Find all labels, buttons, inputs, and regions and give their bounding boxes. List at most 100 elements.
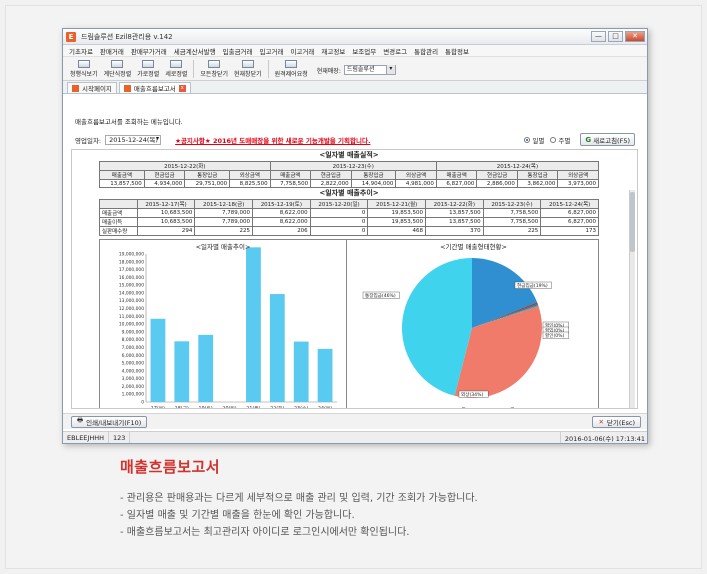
refresh-icon: G: [585, 135, 592, 144]
menu-item[interactable]: 입출금거래: [223, 46, 253, 56]
print-label: 인쇄/내보내기(F10): [86, 418, 142, 427]
table-cell: 7,758,500: [269, 179, 312, 188]
toolbar-button-close-current[interactable]: 현재창닫기: [231, 60, 265, 78]
toolbar-button-vertical-sort[interactable]: 세로정렬: [162, 60, 190, 78]
menu-item[interactable]: 변경로그: [383, 46, 407, 56]
x-tick-label: 17(목): [151, 406, 165, 409]
app-icon: E: [66, 31, 76, 42]
toolbar-divider: [193, 60, 195, 78]
menu-item[interactable]: 재고정보: [321, 46, 345, 56]
status-datetime: 2016-01-06(수) 17:13:41: [559, 432, 647, 443]
toolbar-label: 현재창닫기: [234, 71, 262, 78]
y-tick-label: 2,000,000: [122, 384, 145, 390]
menu-item[interactable]: 판매거래: [100, 46, 124, 56]
menu-item[interactable]: 판매부가거래: [131, 46, 167, 56]
table-cell: 0: [309, 226, 369, 236]
store-dropdown[interactable]: 드림솔루션: [343, 65, 396, 75]
menu-item[interactable]: 통합정보: [445, 46, 469, 56]
y-tick-label: 4,000,000: [122, 368, 145, 374]
caption-title: 매출흐름보고서: [120, 458, 221, 476]
table-cell: 370: [425, 226, 484, 236]
date-header: 2015-12-21(월): [367, 199, 426, 209]
info-text: 매출흐름보고서를 조회하는 메뉴입니다.: [75, 118, 183, 126]
menu-item[interactable]: 세금계산서발행: [174, 46, 216, 56]
toolbar-button-close-all[interactable]: 모든창닫기: [197, 60, 231, 78]
menu-item[interactable]: 보조업무: [352, 46, 376, 56]
date-header: 2015-12-23(수): [269, 161, 437, 171]
table-cell: 19,853,500: [367, 217, 426, 227]
bar: [269, 294, 285, 402]
toolbar-button-stair-sort[interactable]: 계단식정렬: [101, 60, 135, 78]
radio-weekly[interactable]: 주별: [550, 135, 570, 145]
window-icon: [208, 60, 221, 68]
pie-subtitle: 2015-12-17(목) ~ 2015-12-24(목): [427, 407, 517, 409]
menu-item[interactable]: 기초자료: [69, 46, 93, 56]
date-header: 2015-12-23(수): [482, 199, 542, 209]
table-cell: 19,853,500: [367, 208, 426, 218]
y-tick-label: 8,000,000: [122, 337, 145, 343]
corner-header: [99, 199, 138, 209]
close-button[interactable]: ✕ 닫기(Esc): [592, 415, 641, 428]
table-cell: 3,973,000: [557, 179, 599, 188]
toolbar: 청행식보기 계단식정렬 가로정렬 세로정렬 모든창닫기 현재창닫기 원격제어요청…: [63, 57, 647, 81]
toolbar-button-cascade-view[interactable]: 청행식보기: [67, 60, 101, 78]
table-cell: 8,825,500: [229, 179, 271, 188]
print-export-button[interactable]: 🖶 인쇄/내보내기(F10): [71, 415, 148, 428]
business-date-picker[interactable]: 2015-12-24(목): [105, 134, 162, 145]
column-header: 외상금액: [557, 170, 599, 180]
monitor-icon: [285, 60, 298, 68]
period-radio-group: 일별 주별: [524, 135, 570, 145]
y-tick-label: 19,000,000: [119, 252, 144, 258]
menu-item[interactable]: 통합관리: [414, 46, 438, 56]
radio-label: 일별: [532, 136, 545, 145]
tab-sales-flow-report[interactable]: 매출흐름보고서 x: [118, 82, 191, 93]
table-cell: 2,886,000: [476, 179, 518, 188]
column-header: 매출금액: [435, 170, 478, 180]
radio-daily[interactable]: 일별: [524, 135, 544, 145]
window-icon: [77, 60, 90, 68]
toolbar-button-remote-control[interactable]: 원격제어요청: [272, 60, 311, 78]
date-header: 2015-12-19(토): [252, 199, 311, 209]
status-user: EBLEEJHHH: [63, 432, 109, 443]
table-cell: 206: [252, 226, 311, 236]
window-icon: [142, 60, 155, 68]
refresh-button[interactable]: G 새로고침(F5): [580, 133, 635, 146]
table-cell: 13,857,500: [99, 179, 145, 188]
toolbar-button-horizontal-sort[interactable]: 가로정렬: [134, 60, 162, 78]
table-cell: 10,683,500: [136, 217, 196, 227]
table-cell: 468: [367, 226, 426, 236]
slice-label: 할인(0%): [545, 332, 565, 339]
table-row: 매출이득 10,683,500 7,789,000 8,622,000 0 19,853,…: [99, 217, 599, 227]
table-cell: 294: [136, 226, 196, 236]
notice-link[interactable]: ★공지사항★ 2016년 도매매장을 위한 새로운 기능개발을 기획합니다.: [175, 135, 370, 145]
tab-start-page[interactable]: 시작페이지: [67, 82, 117, 93]
row-label: 매출금액: [99, 208, 138, 218]
close-tab-icon[interactable]: x: [178, 84, 186, 92]
x-tick-label: 24(목): [318, 406, 332, 409]
page-icon: [72, 84, 79, 92]
bar: [317, 348, 333, 402]
y-tick-label: 17,000,000: [119, 267, 144, 273]
slice-label: 외상(34%): [461, 391, 483, 398]
y-tick-label: 1,000,000: [122, 392, 145, 398]
menu-item[interactable]: 이고거래: [290, 46, 314, 56]
menu-item[interactable]: 입고거래: [260, 46, 284, 56]
y-tick-label: 14,000,000: [119, 290, 144, 296]
scroll-thumb[interactable]: [630, 192, 635, 252]
close-window-button[interactable]: ✕: [625, 31, 645, 42]
tab-label: 매출흐름보고서: [133, 85, 176, 93]
date-header: 2015-12-24(목): [540, 199, 599, 209]
bar: [174, 341, 190, 402]
report-sheet: <일자별 매출실적> 2015-12-22(화) 2015-12-23(수) 201…: [71, 149, 638, 409]
table-cell: 7,789,000: [194, 208, 254, 218]
bar-chart-panel: <일자별 매출추이> 19,000,000 18,000,000 17,000,00…: [100, 240, 347, 409]
vertical-scrollbar[interactable]: [629, 190, 635, 408]
x-tick-label: 23(수): [294, 406, 308, 409]
table-cell: 0: [309, 208, 369, 218]
window-icon: [170, 60, 183, 68]
x-tick-label: 21(월): [246, 405, 260, 409]
menu-bar: 기초자료 판매거래 판매부가거래 세금계산서발행 입출금거래 입고거래 이고거래…: [63, 45, 647, 57]
tab-label: 시작페이지: [82, 85, 112, 93]
maximize-button[interactable]: □: [608, 31, 623, 42]
minimize-button[interactable]: —: [591, 31, 606, 42]
